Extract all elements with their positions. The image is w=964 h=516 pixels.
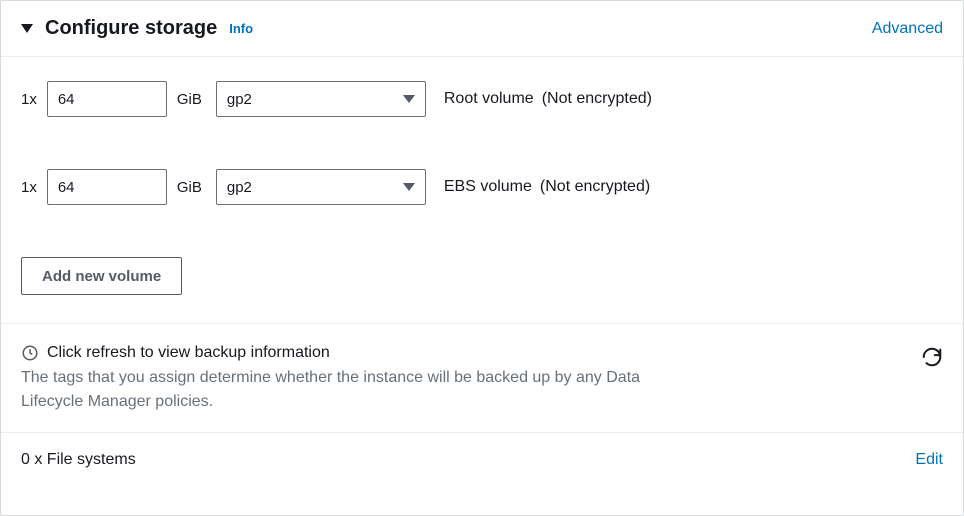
volume-label: Root volume [444, 90, 534, 108]
add-new-volume-button[interactable]: Add new volume [21, 257, 182, 295]
volume-row-root: 1x GiB gp2 Root volume (Not encrypted) [21, 81, 943, 117]
volume-type-select[interactable]: gp2 [216, 169, 426, 205]
volume-size-input[interactable] [47, 81, 167, 117]
panel-body: 1x GiB gp2 Root volume (Not encrypted) 1… [1, 57, 963, 323]
expand-toggle-icon[interactable] [21, 24, 33, 33]
backup-title: Click refresh to view backup information [47, 344, 330, 362]
filesystem-section: 0 x File systems Edit [1, 432, 963, 487]
configure-storage-panel: Configure storage Info Advanced 1x GiB g… [0, 0, 964, 516]
panel-header: Configure storage Info Advanced [1, 1, 963, 57]
volume-size-input[interactable] [47, 169, 167, 205]
backup-description: The tags that you assign determine wheth… [21, 366, 661, 414]
backup-info-section: Click refresh to view backup information… [1, 323, 963, 432]
volume-label: EBS volume [444, 178, 532, 196]
edit-filesystem-link[interactable]: Edit [915, 451, 943, 469]
volume-encryption-label: (Not encrypted) [540, 178, 650, 196]
volume-unit-label: GiB [177, 179, 202, 196]
chevron-down-icon [403, 95, 415, 103]
volume-encryption-label: (Not encrypted) [542, 90, 652, 108]
volume-type-value: gp2 [227, 91, 403, 108]
volume-unit-label: GiB [177, 91, 202, 108]
chevron-down-icon [403, 183, 415, 191]
volume-count-prefix: 1x [21, 91, 37, 108]
volume-type-value: gp2 [227, 179, 403, 196]
refresh-icon[interactable] [921, 346, 943, 368]
advanced-link[interactable]: Advanced [872, 20, 943, 38]
filesystem-label: 0 x File systems [21, 451, 915, 469]
volume-row-ebs: 1x GiB gp2 EBS volume (Not encrypted) [21, 169, 943, 205]
panel-title: Configure storage [45, 17, 217, 40]
volume-count-prefix: 1x [21, 179, 37, 196]
history-icon [21, 344, 39, 362]
info-link[interactable]: Info [229, 21, 253, 36]
volume-type-select[interactable]: gp2 [216, 81, 426, 117]
